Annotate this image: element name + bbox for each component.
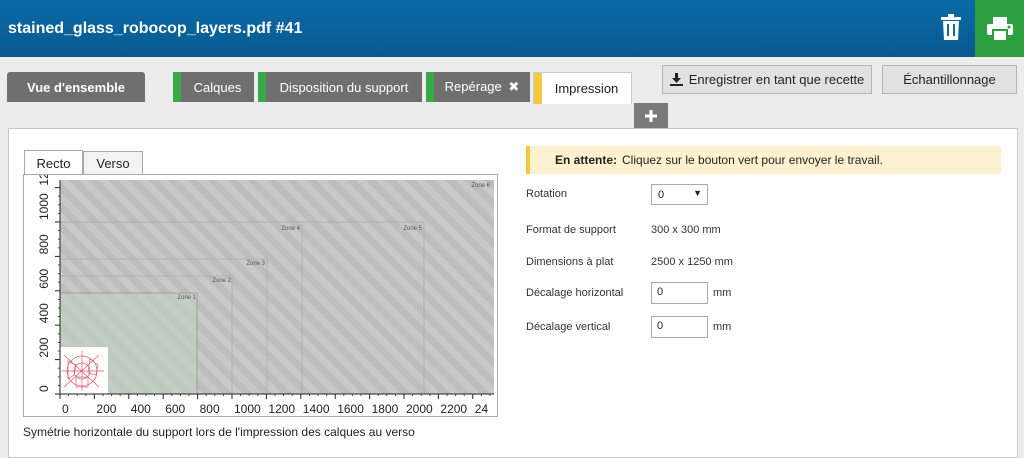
x-tick-label: 2000 bbox=[406, 402, 433, 416]
artwork-thumbnail bbox=[60, 347, 108, 394]
y-tick-label: 800 bbox=[37, 234, 51, 254]
v-offset-unit: mm bbox=[713, 321, 732, 333]
tab-status-bar bbox=[534, 73, 542, 104]
rotation-value: 0 bbox=[658, 188, 665, 201]
tab-registration[interactable]: Repérage ✖ bbox=[426, 72, 530, 102]
delete-button[interactable] bbox=[932, 10, 970, 44]
media-format-value: 300 x 300 mm bbox=[651, 224, 721, 236]
x-tick-label: 200 bbox=[96, 402, 116, 416]
y-tick-label: 600 bbox=[37, 268, 51, 288]
y-tick-label: 0 bbox=[37, 385, 51, 392]
tab-back[interactable]: Verso bbox=[83, 151, 143, 175]
x-tick-label: 1400 bbox=[303, 402, 330, 416]
sampling-button[interactable]: Échantillonnage bbox=[882, 65, 1017, 94]
zone-1-label: Zone 1 bbox=[177, 295, 196, 301]
tab-layers-label: Calques bbox=[193, 79, 242, 95]
chevron-down-icon: ▼ bbox=[693, 188, 702, 198]
app-header: stained_glass_robocop_layers.pdf #41 bbox=[0, 0, 1024, 57]
h-offset-unit: mm bbox=[713, 287, 732, 299]
y-tick-label: 1000 bbox=[37, 193, 51, 220]
rotation-select[interactable]: 0 ▼ bbox=[651, 184, 708, 205]
tab-layers[interactable]: Calques bbox=[173, 72, 254, 102]
zone-6-label: Zone 6 bbox=[471, 183, 490, 189]
x-tick-label: 800 bbox=[200, 402, 220, 416]
v-offset-label: Décalage vertical bbox=[526, 321, 611, 333]
tab-media-layout-label: Disposition du support bbox=[279, 79, 409, 95]
save-recipe-label: Enregistrer en tant que recette bbox=[688, 72, 865, 87]
zone-5-label: Zone 5 bbox=[403, 226, 422, 232]
x-tick-label: 1200 bbox=[268, 402, 295, 416]
y-tick-label: 400 bbox=[37, 303, 51, 323]
close-icon[interactable]: ✖ bbox=[508, 79, 519, 94]
x-tick-label: 24 bbox=[475, 402, 489, 416]
x-tick-label: 600 bbox=[165, 402, 185, 416]
tab-overview[interactable]: Vue d'ensemble bbox=[7, 72, 145, 102]
mirror-caption: Symétrie horizontale du support lors de … bbox=[23, 425, 415, 439]
flat-dims-value: 2500 x 1250 mm bbox=[651, 256, 733, 268]
y-axis: 0 200 400 600 800 1000 1200 bbox=[37, 159, 60, 395]
flat-dims-label: Dimensions à plat bbox=[526, 256, 614, 268]
print-button[interactable] bbox=[975, 0, 1024, 57]
x-tick-label: 2200 bbox=[440, 402, 467, 416]
tab-front[interactable]: Recto bbox=[24, 150, 83, 175]
media-preview: Zone 6 Zone 4 Zone 5 Zone 3 Zone 2 Zone … bbox=[23, 159, 498, 417]
add-button[interactable] bbox=[634, 103, 668, 128]
tab-print[interactable]: Impression bbox=[533, 72, 632, 104]
x-tick-label: 1600 bbox=[337, 402, 364, 416]
save-recipe-button[interactable]: Enregistrer en tant que recette bbox=[662, 65, 872, 94]
media-preview-canvas: Zone 6 Zone 4 Zone 5 Zone 3 Zone 2 Zone … bbox=[37, 159, 494, 416]
zone-3-label: Zone 3 bbox=[246, 261, 265, 267]
tab-back-label: Verso bbox=[96, 155, 130, 171]
y-tick-label: 1200 bbox=[37, 175, 51, 186]
h-offset-label: Décalage horizontal bbox=[526, 287, 624, 299]
printer-icon bbox=[986, 16, 1013, 41]
tab-registration-label: Repérage bbox=[444, 79, 502, 94]
document-title: stained_glass_robocop_layers.pdf #41 bbox=[8, 20, 303, 37]
sampling-label: Échantillonnage bbox=[903, 72, 996, 87]
status-label: En attente: bbox=[555, 153, 618, 167]
tab-media-layout[interactable]: Disposition du support bbox=[258, 72, 422, 102]
tab-status-bar bbox=[426, 72, 434, 102]
status-notice: En attente: Cliquez sur le bouton vert p… bbox=[526, 146, 1001, 174]
tab-status-bar bbox=[258, 72, 266, 102]
media-format-label: Format de support bbox=[526, 224, 616, 236]
x-tick-label: 0 bbox=[62, 402, 69, 416]
rotation-label: Rotation bbox=[526, 188, 567, 200]
zone-2-label: Zone 2 bbox=[212, 278, 231, 284]
h-offset-input[interactable]: 0 bbox=[651, 282, 708, 304]
x-tick-label: 1000 bbox=[234, 402, 261, 416]
trash-icon bbox=[941, 14, 961, 40]
tab-registration-label-wrap: Repérage ✖ bbox=[434, 79, 530, 95]
v-offset-input[interactable]: 0 bbox=[651, 316, 708, 338]
tab-status-bar bbox=[173, 72, 181, 102]
zone-4-label: Zone 4 bbox=[281, 226, 300, 232]
tab-print-label: Impression bbox=[554, 81, 619, 96]
x-tick-label: 400 bbox=[131, 402, 151, 416]
status-message: Cliquez sur le bouton vert pour envoyer … bbox=[622, 153, 883, 167]
y-tick-label: 200 bbox=[37, 337, 51, 357]
x-tick-label: 1800 bbox=[372, 402, 399, 416]
plus-icon bbox=[645, 109, 657, 122]
tab-front-label: Recto bbox=[36, 155, 71, 171]
x-axis: 0 200 400 600 800 1000 1200 1400 1600 1800 2000 220… bbox=[59, 394, 491, 416]
tab-overview-label: Vue d'ensemble bbox=[27, 79, 125, 95]
download-icon bbox=[669, 73, 683, 86]
